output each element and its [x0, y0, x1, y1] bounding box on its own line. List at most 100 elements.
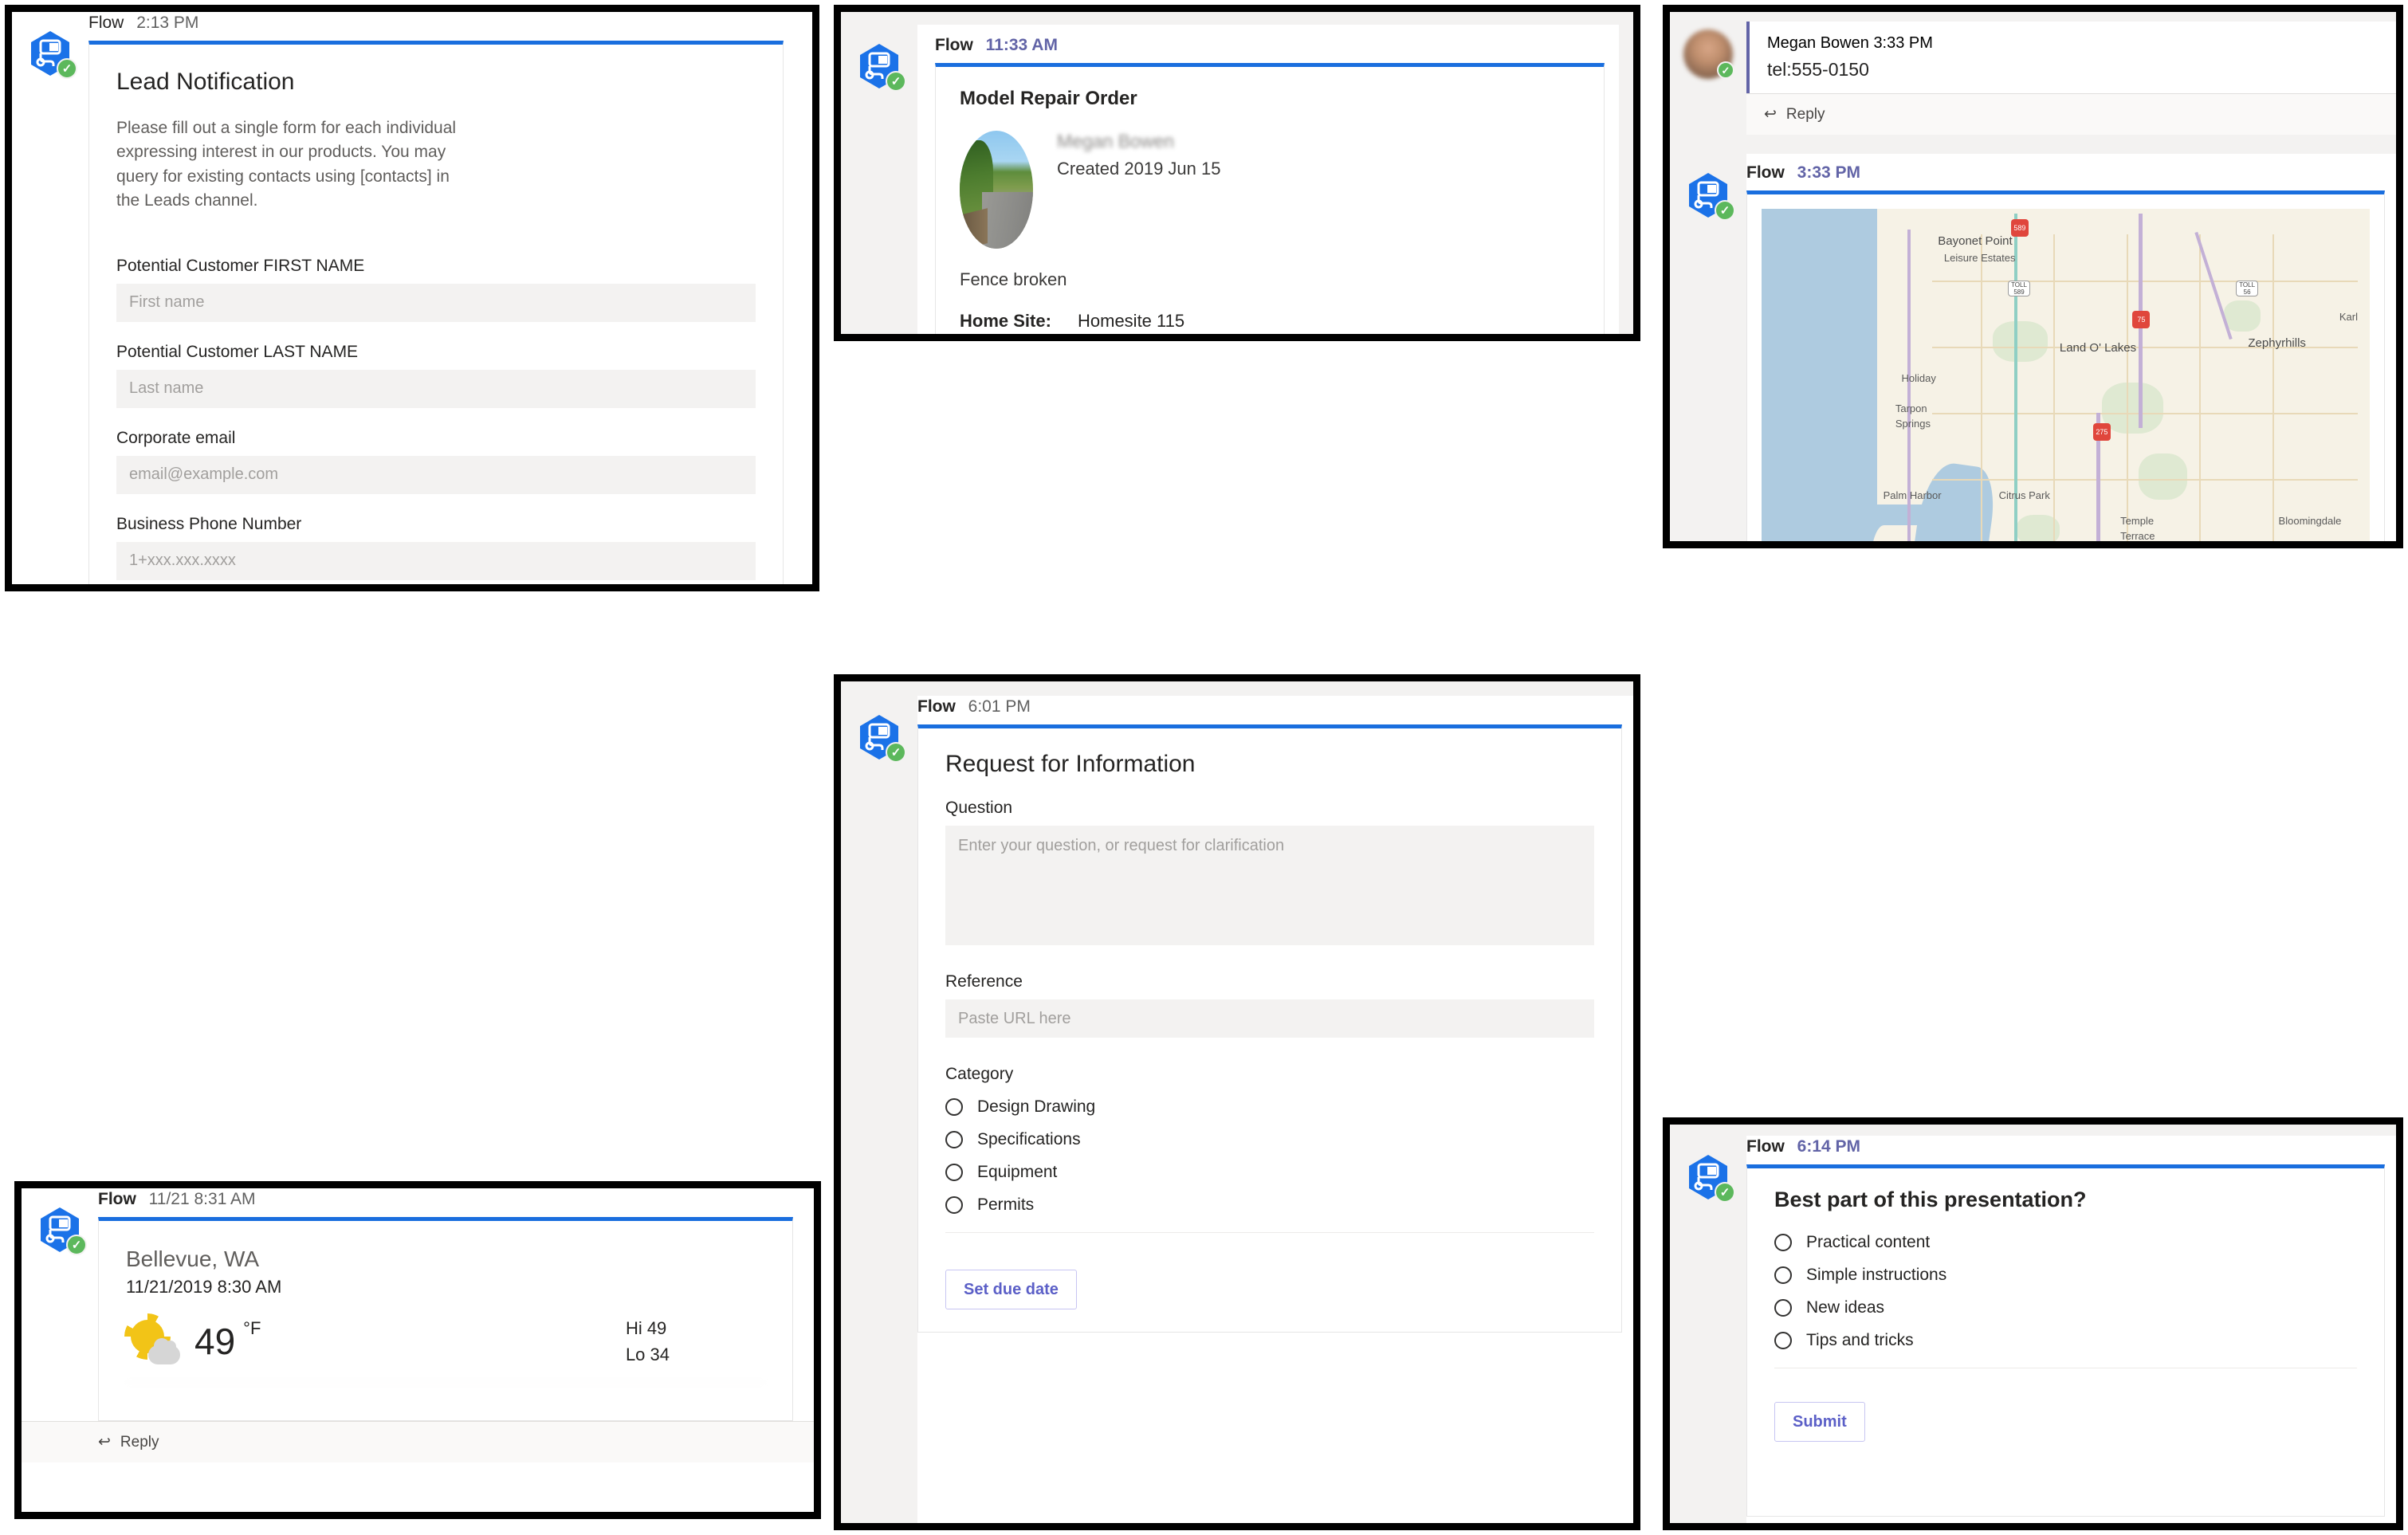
message-gutter: ✓	[1670, 154, 1746, 221]
weather-high: Hi 49	[625, 1318, 667, 1338]
field-label-question: Question	[945, 799, 1013, 817]
green-check-badge: ✓	[1717, 61, 1734, 79]
panel-contact-map: ✓ Megan Bowen 3:33 PM tel:555-0150 ↩ Rep…	[1663, 5, 2403, 548]
message-gutter: ✓	[841, 25, 917, 92]
sender-name: Flow	[88, 14, 124, 32]
card-divider	[945, 1232, 1594, 1233]
field-label-reference: Reference	[945, 972, 1023, 991]
message-gutter: ✓	[1670, 1136, 1746, 1203]
adaptive-card-request-info: Request for Information Question Enter y…	[917, 724, 1622, 1333]
reply-label: Reply	[1785, 105, 1825, 123]
radio-circle-icon	[945, 1098, 963, 1116]
message-header: Flow 2:13 PM	[88, 12, 812, 41]
radio-practical-content[interactable]: Practical content	[1774, 1233, 2357, 1252]
created-date: Created 2019 Jun 15	[1057, 159, 1221, 179]
green-check-badge: ✓	[886, 71, 906, 92]
reply-button[interactable]: ↩ Reply	[1746, 93, 2396, 135]
radio-label: New ideas	[1806, 1298, 1885, 1317]
message-timestamp: 11/21 8:31 AM	[148, 1190, 256, 1208]
detail-key: Home Site:	[960, 311, 1051, 331]
set-due-date-button[interactable]: Set due date	[945, 1270, 1077, 1309]
weather-forecast-faded	[126, 1382, 765, 1409]
radio-equipment[interactable]: Equipment	[945, 1163, 1594, 1182]
detail-value: PunchList	[1078, 338, 1155, 341]
radio-circle-icon	[1774, 1234, 1792, 1251]
radio-label: Tips and tricks	[1806, 1331, 1914, 1349]
message-timestamp: 3:33 PM	[1797, 163, 1861, 182]
adaptive-card-repair-order: Model Repair Order Megan Bowen Created 2…	[935, 63, 1605, 341]
radio-new-ideas[interactable]: New ideas	[1774, 1298, 2357, 1317]
last-name-input[interactable]: Last name	[116, 369, 756, 408]
adaptive-card-weather: Bellevue, WA 11/21/2019 8:30 AM 49 °F Hi…	[98, 1217, 793, 1421]
radio-label: Equipment	[977, 1163, 1058, 1181]
flow-hexagon-icon: ✓	[36, 1206, 87, 1255]
panel-repair-order: ✓ Flow 11:33 AM Model Repair Order Megan…	[834, 5, 1640, 341]
poll-question: Best part of this presentation?	[1774, 1188, 2087, 1211]
message-header: Flow 11:33 AM	[917, 34, 1619, 63]
submit-button[interactable]: Submit	[1774, 1402, 1865, 1442]
business-phone-input[interactable]: 1+xxx.xxx.xxxx	[116, 541, 756, 580]
radio-specifications[interactable]: Specifications	[945, 1130, 1594, 1149]
weather-unit: °F	[243, 1318, 261, 1338]
radio-permits[interactable]: Permits	[945, 1195, 1594, 1215]
weather-temperature: 49	[194, 1321, 236, 1362]
reply-arrow-icon: ↩	[98, 1434, 111, 1451]
message-header: Flow 6:14 PM	[1746, 1136, 2396, 1164]
bing-map[interactable]: 589 TOLL589 75 275 4 TOLL618 TOLL56 19 6…	[1762, 209, 2370, 541]
repair-description: Fence broken	[960, 269, 1067, 289]
message-timestamp: 6:14 PM	[1797, 1137, 1861, 1156]
reference-url-input[interactable]: Paste URL here	[945, 999, 1594, 1038]
radio-label: Practical content	[1806, 1233, 1931, 1251]
radio-label: Specifications	[977, 1130, 1081, 1148]
message-header: Flow 3:33 PM	[1746, 162, 2396, 190]
first-name-input[interactable]: First name	[116, 283, 756, 322]
detail-row-home-site: Home Site: Homesite 115	[960, 311, 1580, 332]
panel-lead-notification: ✓ Flow 2:13 PM Lead Notification Please …	[5, 5, 819, 591]
screenshot-canvas: ✓ Flow 2:13 PM Lead Notification Please …	[0, 0, 2408, 1535]
reply-arrow-icon: ↩	[1764, 106, 1777, 123]
message-gutter: ✓	[1670, 22, 1746, 79]
radio-circle-icon	[1774, 1266, 1792, 1284]
radio-circle-icon	[1774, 1332, 1792, 1349]
panel-weather: ✓ Flow 11/21 8:31 AM Bellevue, WA 11/21/…	[14, 1181, 821, 1519]
adaptive-card-contact-map: 589 TOLL589 75 275 4 TOLL618 TOLL56 19 6…	[1746, 190, 2385, 541]
question-textarea[interactable]: Enter your question, or request for clar…	[945, 826, 1594, 945]
flow-hexagon-icon: ✓	[855, 713, 906, 763]
radio-circle-icon	[1774, 1299, 1792, 1317]
sender-name: Flow	[1746, 163, 1785, 182]
radio-circle-icon	[945, 1164, 963, 1181]
radio-label: Design Drawing	[977, 1097, 1096, 1116]
sender-name: Flow	[1746, 1137, 1785, 1156]
panel-request-for-information: ✓ Flow 6:01 PM Request for Information Q…	[834, 674, 1640, 1530]
message-header: Flow 11/21 8:31 AM	[98, 1188, 793, 1217]
flow-hexagon-icon: ✓	[26, 29, 77, 79]
detail-key: Category:	[960, 338, 1078, 341]
adaptive-card-poll: Best part of this presentation? Practica…	[1746, 1164, 2385, 1517]
weather-city: Bellevue, WA	[126, 1246, 260, 1271]
quoted-message-text: tel:555-0150	[1767, 59, 1869, 80]
green-check-badge: ✓	[1715, 200, 1735, 221]
reply-button[interactable]: ↩ Reply	[22, 1421, 814, 1462]
radio-label: Permits	[977, 1195, 1035, 1214]
green-check-badge: ✓	[1715, 1182, 1735, 1203]
radio-label: Simple instructions	[1806, 1266, 1947, 1284]
corporate-email-input[interactable]: email@example.com	[116, 455, 756, 494]
person-name: Megan Bowen	[1057, 131, 1175, 151]
message-gutter: ✓	[12, 12, 88, 79]
message-timestamp: 11:33 AM	[985, 36, 1058, 54]
field-label-business-phone: Business Phone Number	[116, 514, 302, 533]
reply-label: Reply	[120, 1433, 159, 1451]
quoted-timestamp: 3:33 PM	[1873, 34, 1933, 52]
green-check-badge: ✓	[57, 58, 77, 79]
radio-tips-and-tricks[interactable]: Tips and tricks	[1774, 1331, 2357, 1350]
adaptive-card-lead-notification: Lead Notification Please fill out a sing…	[88, 41, 784, 584]
radio-design-drawing[interactable]: Design Drawing	[945, 1097, 1594, 1117]
sender-name: Flow	[98, 1190, 136, 1208]
sender-name: Flow	[917, 697, 956, 716]
green-check-badge: ✓	[66, 1235, 87, 1255]
radio-simple-instructions[interactable]: Simple instructions	[1774, 1266, 2357, 1285]
card-title: Lead Notification	[116, 69, 295, 95]
card-description: Please fill out a single form for each i…	[116, 119, 457, 210]
panel-poll: ✓ Flow 6:14 PM Best part of this present…	[1663, 1117, 2403, 1530]
field-label-corporate-email: Corporate email	[116, 428, 236, 447]
